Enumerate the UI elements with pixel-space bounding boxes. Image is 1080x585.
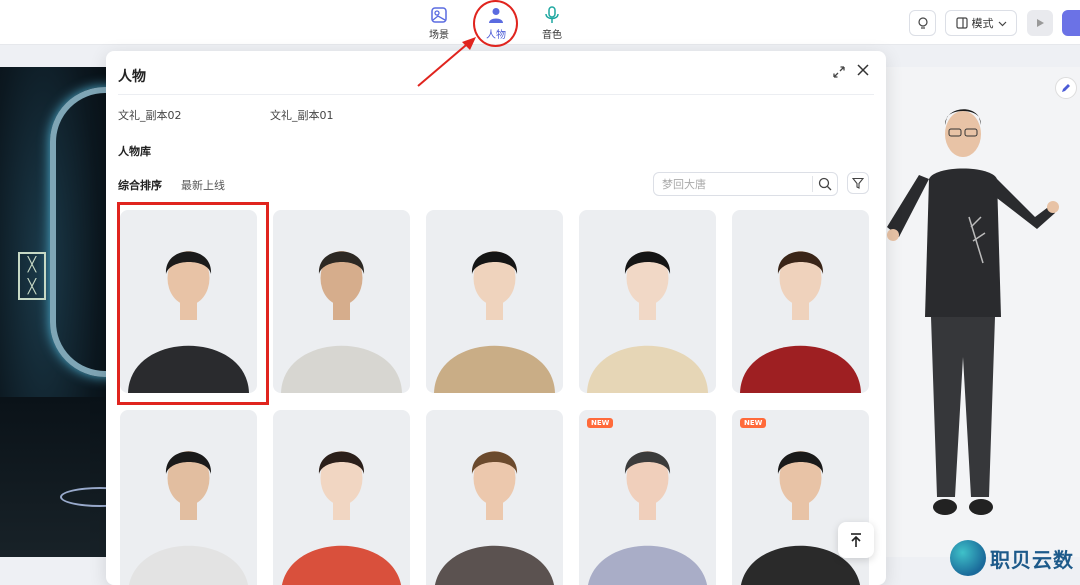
- publish-button[interactable]: [1062, 10, 1080, 36]
- avatar-portrait: [281, 251, 402, 393]
- layout-icon: [955, 17, 968, 29]
- recent-avatar-2[interactable]: 文礼_副本01: [270, 107, 334, 123]
- avatar-portrait: [740, 251, 861, 393]
- search-icon[interactable]: [817, 176, 833, 192]
- avatar-portrait: [741, 451, 860, 585]
- search-separator: [812, 176, 813, 192]
- avatar-portrait: [129, 451, 248, 585]
- watermark-logo-icon: [950, 540, 986, 576]
- top-toolbar: 场景 人物 音色 模式: [0, 0, 1080, 45]
- lightbulb-icon: [917, 17, 928, 29]
- avatar-card-1[interactable]: [120, 210, 257, 393]
- recent-avatar-1[interactable]: 文礼_副本02: [118, 107, 182, 123]
- avatar-card-3[interactable]: [426, 210, 563, 393]
- sort-tab-overall[interactable]: 综合排序: [118, 177, 162, 193]
- nav-tab-voice[interactable]: 音色: [532, 6, 572, 41]
- character-panel: 人物 文礼_副本02 文礼_副本01 人物库 综合排序 最新上线 梦回大唐 NE…: [106, 51, 886, 585]
- pencil-icon: [1062, 84, 1070, 92]
- avatar-portrait: [128, 251, 249, 393]
- panel-divider: [118, 94, 874, 95]
- search-placeholder: 梦回大唐: [662, 178, 706, 191]
- watermark: 职贝云数: [950, 540, 1074, 576]
- avatar-portrait: [587, 251, 708, 393]
- stage-floor: [0, 397, 108, 557]
- scene-icon: [431, 7, 447, 23]
- avatar-portrait: [434, 251, 555, 393]
- microphone-icon: [545, 6, 559, 23]
- nav-tab-person[interactable]: 人物: [476, 6, 516, 41]
- sort-tab-newest[interactable]: 最新上线: [181, 177, 225, 193]
- search-input[interactable]: 梦回大唐: [653, 172, 838, 196]
- avatar-card-6[interactable]: [120, 410, 257, 585]
- nav-tab-voice-label: 音色: [542, 30, 562, 41]
- full-body-avatar: [887, 109, 1059, 515]
- avatar-preview-right: [885, 67, 1080, 557]
- expand-icon[interactable]: [832, 65, 846, 79]
- filter-button[interactable]: [847, 172, 869, 194]
- stage-arch: [50, 87, 108, 377]
- watermark-text: 职贝云数: [990, 547, 1074, 572]
- avatar-card-4[interactable]: [579, 210, 716, 393]
- avatar-card-7[interactable]: [273, 410, 410, 585]
- avatar-card-8[interactable]: [426, 410, 563, 585]
- chevron-down-icon: [998, 21, 1006, 26]
- close-icon[interactable]: [856, 63, 872, 79]
- avatar-card-5[interactable]: [732, 210, 869, 393]
- back-to-top-button[interactable]: [838, 522, 874, 558]
- new-badge: NEW: [587, 418, 614, 428]
- panel-title: 人物: [118, 69, 146, 85]
- library-title: 人物库: [118, 145, 151, 158]
- nav-tab-scene[interactable]: 场景: [419, 6, 459, 41]
- person-icon: [489, 8, 503, 23]
- scene-preview-left: ╳ ╳: [0, 67, 108, 557]
- avatar-card-9[interactable]: NEW: [579, 410, 716, 585]
- tip-button[interactable]: [909, 10, 936, 36]
- avatar-portrait: [435, 451, 554, 585]
- new-badge: NEW: [740, 418, 767, 428]
- edit-avatar-button[interactable]: [1055, 77, 1077, 99]
- filter-icon: [852, 177, 864, 189]
- mode-label: 模式: [971, 17, 994, 30]
- avatar-card-2[interactable]: [273, 210, 410, 393]
- nav-tab-scene-label: 场景: [429, 30, 449, 41]
- mode-dropdown[interactable]: 模式: [945, 10, 1017, 36]
- avatar-card-10[interactable]: NEW: [732, 410, 869, 585]
- avatar-portrait: [588, 451, 707, 585]
- play-button[interactable]: [1027, 10, 1053, 36]
- play-icon: [1037, 19, 1044, 27]
- nav-tab-person-label: 人物: [486, 30, 506, 41]
- avatar-portrait: [282, 451, 401, 585]
- stage-sign: ╳ ╳: [18, 252, 46, 300]
- arrow-up-icon: [851, 533, 861, 547]
